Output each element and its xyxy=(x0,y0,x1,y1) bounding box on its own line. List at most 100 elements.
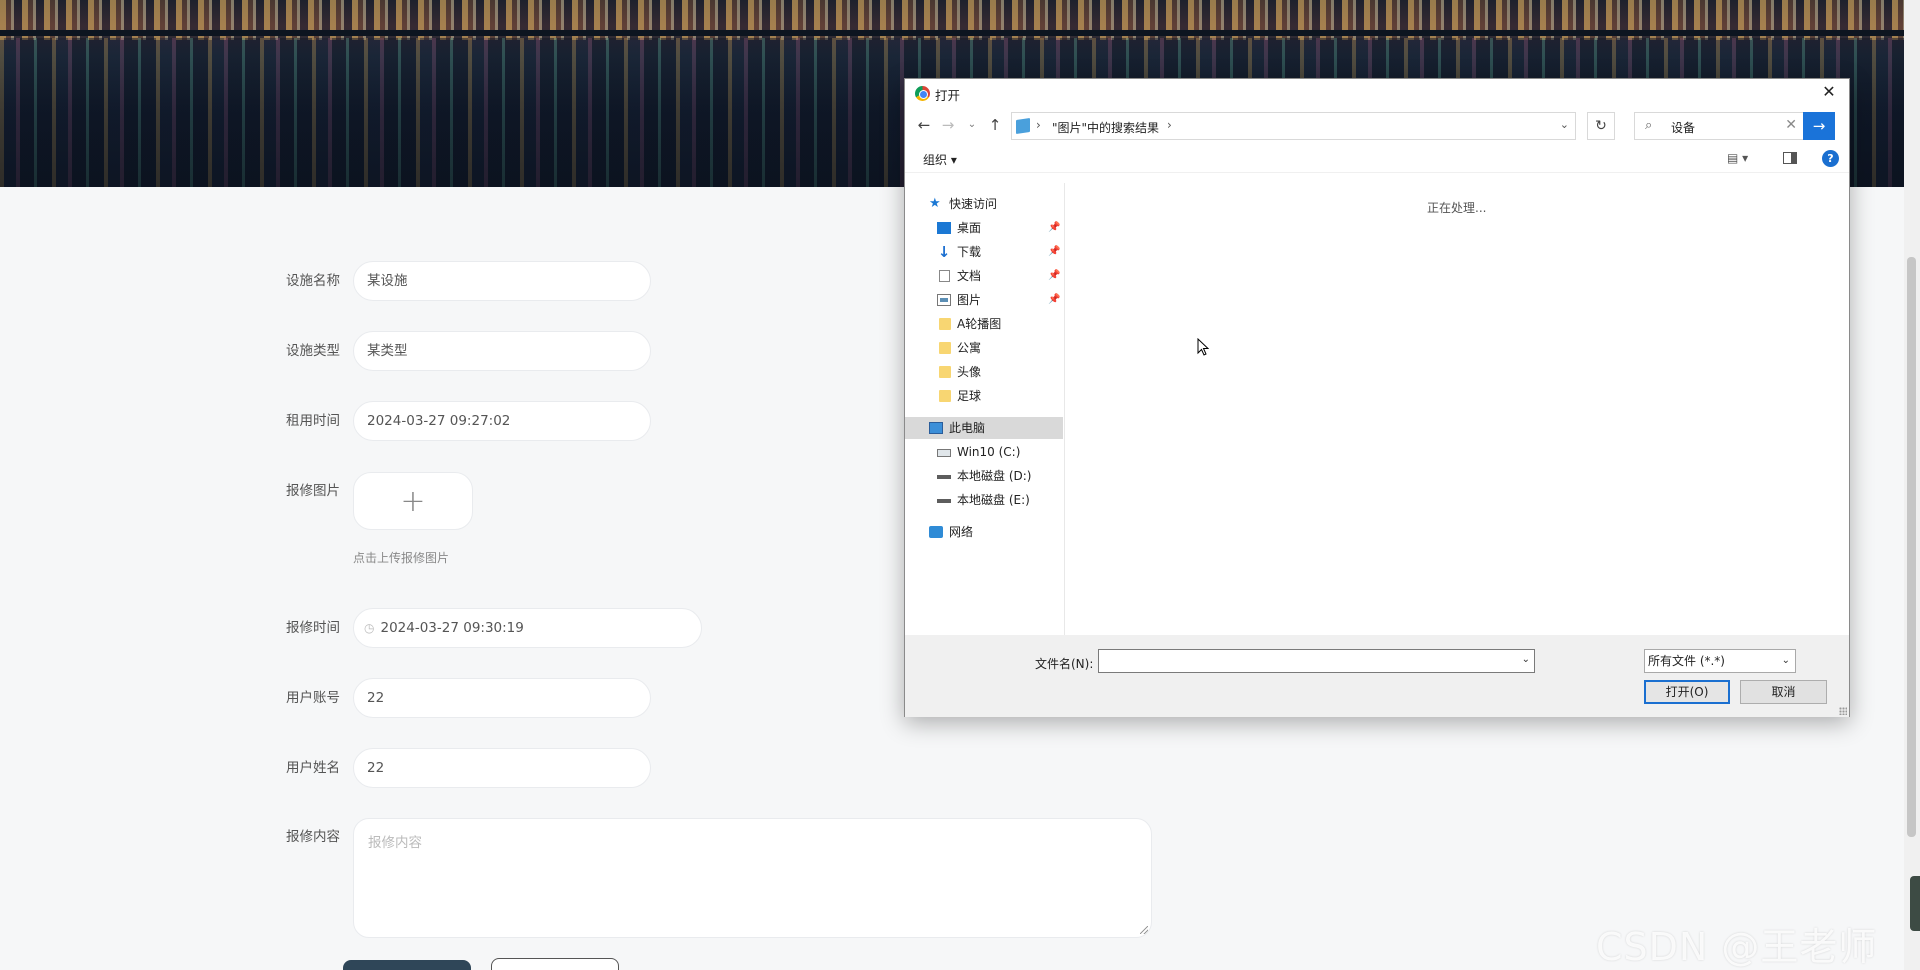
facility-type-input[interactable]: 某类型 xyxy=(353,331,651,371)
tree-item-folder[interactable]: 公寓 xyxy=(905,337,1063,359)
chevron-down-icon[interactable]: ⌄ xyxy=(1560,118,1569,131)
repair-time-row: 报修时间 ◷ 2024-03-27 09:30:19 xyxy=(0,608,1000,648)
tree-item-pictures[interactable]: 图片 📌 xyxy=(905,289,1063,311)
tree-item-documents[interactable]: 文档 📌 xyxy=(905,265,1063,287)
forward-arrow-icon[interactable]: → xyxy=(937,113,959,137)
tree-label: 图片 xyxy=(957,293,982,307)
cancel-button[interactable]: 取消 xyxy=(1740,680,1827,704)
facility-type-row: 设施类型 某类型 xyxy=(0,331,1000,371)
tree-drive-c[interactable]: Win10 (C:) xyxy=(905,441,1063,463)
navigation-bar: ← → ⌄ ↑ › "图片"中的搜索结果 › ⌄ ↻ ⌕ 设备 ✕ → xyxy=(905,111,1849,141)
user-name-label: 用户姓名 xyxy=(286,760,340,776)
drive-icon xyxy=(937,499,951,503)
tree-label: 公寓 xyxy=(957,341,982,355)
plus-icon: + xyxy=(400,483,426,519)
repair-time-label: 报修时间 xyxy=(286,620,340,636)
navigation-pane: ★ 快速访问 桌面 📌 ↓ 下载 📌 文档 📌 图片 📌 A轮播图 公寓 头像 … xyxy=(905,183,1065,635)
tree-this-pc[interactable]: 此电脑 xyxy=(905,417,1063,439)
desktop-icon xyxy=(937,222,951,234)
tree-network[interactable]: 网络 xyxy=(905,521,1063,543)
facility-name-label: 设施名称 xyxy=(286,273,340,289)
tree-label: 文档 xyxy=(957,269,982,283)
tree-label: 桌面 xyxy=(957,221,982,235)
help-icon[interactable]: ? xyxy=(1822,150,1839,167)
folder-icon xyxy=(939,366,951,378)
repair-content-placeholder: 报修内容 xyxy=(368,835,422,851)
address-bar[interactable]: › "图片"中的搜索结果 › ⌄ xyxy=(1011,112,1576,140)
upload-hint: 点击上传报修图片 xyxy=(353,551,450,565)
shoreline xyxy=(0,30,1904,36)
filetype-value: 所有文件 (*.*) xyxy=(1648,654,1725,668)
folder-icon xyxy=(939,390,951,402)
filename-input[interactable]: ⌄ xyxy=(1098,649,1535,673)
search-results-icon xyxy=(1016,118,1030,134)
user-account-label: 用户账号 xyxy=(286,690,340,706)
rent-time-input[interactable]: 2024-03-27 09:27:02 xyxy=(353,401,651,441)
organize-menu[interactable]: 组织 ▾ xyxy=(923,151,957,168)
folder-icon xyxy=(939,342,951,354)
user-account-input[interactable]: 22 xyxy=(353,678,651,718)
address-path[interactable]: "图片"中的搜索结果 xyxy=(1052,119,1159,136)
processing-status: 正在处理... xyxy=(1427,201,1487,215)
tree-label: 此电脑 xyxy=(949,421,986,435)
chevron-down-icon[interactable]: ⌄ xyxy=(1522,654,1530,665)
pin-icon: 📌 xyxy=(1048,222,1061,233)
recent-locations-icon[interactable]: ⌄ xyxy=(966,113,978,137)
repair-content-textarea[interactable]: 报修内容 xyxy=(353,818,1152,938)
close-icon[interactable]: ✕ xyxy=(1809,79,1849,107)
repair-image-row: 报修图片 xyxy=(0,471,1000,511)
repair-image-label: 报修图片 xyxy=(286,483,340,499)
drive-icon xyxy=(937,475,951,479)
user-name-input[interactable]: 22 xyxy=(353,748,651,788)
tree-drive-e[interactable]: 本地磁盘 (E:) xyxy=(905,489,1063,511)
refresh-icon[interactable]: ↻ xyxy=(1587,112,1615,140)
network-icon xyxy=(929,526,943,538)
pin-icon: 📌 xyxy=(1048,246,1061,257)
breadcrumb-chevron-icon[interactable]: › xyxy=(1167,118,1172,132)
pin-icon: 📌 xyxy=(1048,294,1061,305)
submit-button[interactable] xyxy=(343,960,471,970)
back-arrow-icon[interactable]: ← xyxy=(913,113,935,137)
filetype-select[interactable]: 所有文件 (*.*) ⌄ xyxy=(1644,649,1796,673)
dialog-titlebar: 打开 ✕ xyxy=(905,79,1849,107)
repair-content-label: 报修内容 xyxy=(286,829,340,845)
file-open-dialog: 打开 ✕ ← → ⌄ ↑ › "图片"中的搜索结果 › ⌄ ↻ ⌕ 设备 ✕ →… xyxy=(904,78,1850,717)
document-icon xyxy=(939,270,950,282)
clear-icon[interactable]: ✕ xyxy=(1785,117,1797,133)
chrome-icon xyxy=(915,86,930,101)
tree-label: 下载 xyxy=(957,245,982,259)
search-box[interactable]: ⌕ 设备 ✕ xyxy=(1634,112,1804,140)
resize-handle-icon[interactable] xyxy=(1140,926,1148,934)
search-go-button[interactable]: → xyxy=(1803,112,1835,140)
tree-label: 快速访问 xyxy=(949,197,998,211)
computer-icon xyxy=(929,422,943,434)
tree-label: 本地磁盘 (E:) xyxy=(957,493,1030,507)
filename-label: 文件名(N): xyxy=(1035,657,1094,671)
up-arrow-icon[interactable]: ↑ xyxy=(984,113,1006,137)
tree-item-folder[interactable]: 头像 xyxy=(905,361,1063,383)
dialog-title: 打开 xyxy=(935,88,961,103)
preview-pane-icon[interactable] xyxy=(1783,152,1797,164)
dialog-footer: 文件名(N): ⌄ 所有文件 (*.*) ⌄ 打开(O) 取消 xyxy=(905,635,1849,717)
tree-item-downloads[interactable]: ↓ 下载 📌 xyxy=(905,241,1063,263)
user-name-row: 用户姓名 22 xyxy=(0,748,1000,788)
facility-name-input[interactable]: 某设施 xyxy=(353,261,651,301)
tree-quick-access[interactable]: ★ 快速访问 xyxy=(905,193,1063,215)
reset-button[interactable] xyxy=(491,958,619,970)
repair-time-value: 2024-03-27 09:30:19 xyxy=(380,620,524,636)
view-options-icon[interactable]: ▤ ▾ xyxy=(1727,151,1748,165)
folder-icon xyxy=(939,318,951,330)
resize-grip-icon[interactable] xyxy=(1839,707,1847,715)
repair-time-input[interactable]: ◷ 2024-03-27 09:30:19 xyxy=(353,608,702,648)
tree-label: A轮播图 xyxy=(957,317,1002,331)
search-input[interactable]: 设备 xyxy=(1671,119,1695,136)
page-scrollbar-thumb[interactable] xyxy=(1907,257,1916,837)
tree-item-folder[interactable]: 足球 xyxy=(905,385,1063,407)
user-account-row: 用户账号 22 xyxy=(0,678,1000,718)
tree-item-folder[interactable]: A轮播图 xyxy=(905,313,1063,335)
open-button[interactable]: 打开(O) xyxy=(1644,680,1730,704)
image-upload-button[interactable]: + xyxy=(353,472,473,530)
pictures-icon xyxy=(937,294,951,306)
tree-item-desktop[interactable]: 桌面 📌 xyxy=(905,217,1063,239)
tree-drive-d[interactable]: 本地磁盘 (D:) xyxy=(905,465,1063,487)
